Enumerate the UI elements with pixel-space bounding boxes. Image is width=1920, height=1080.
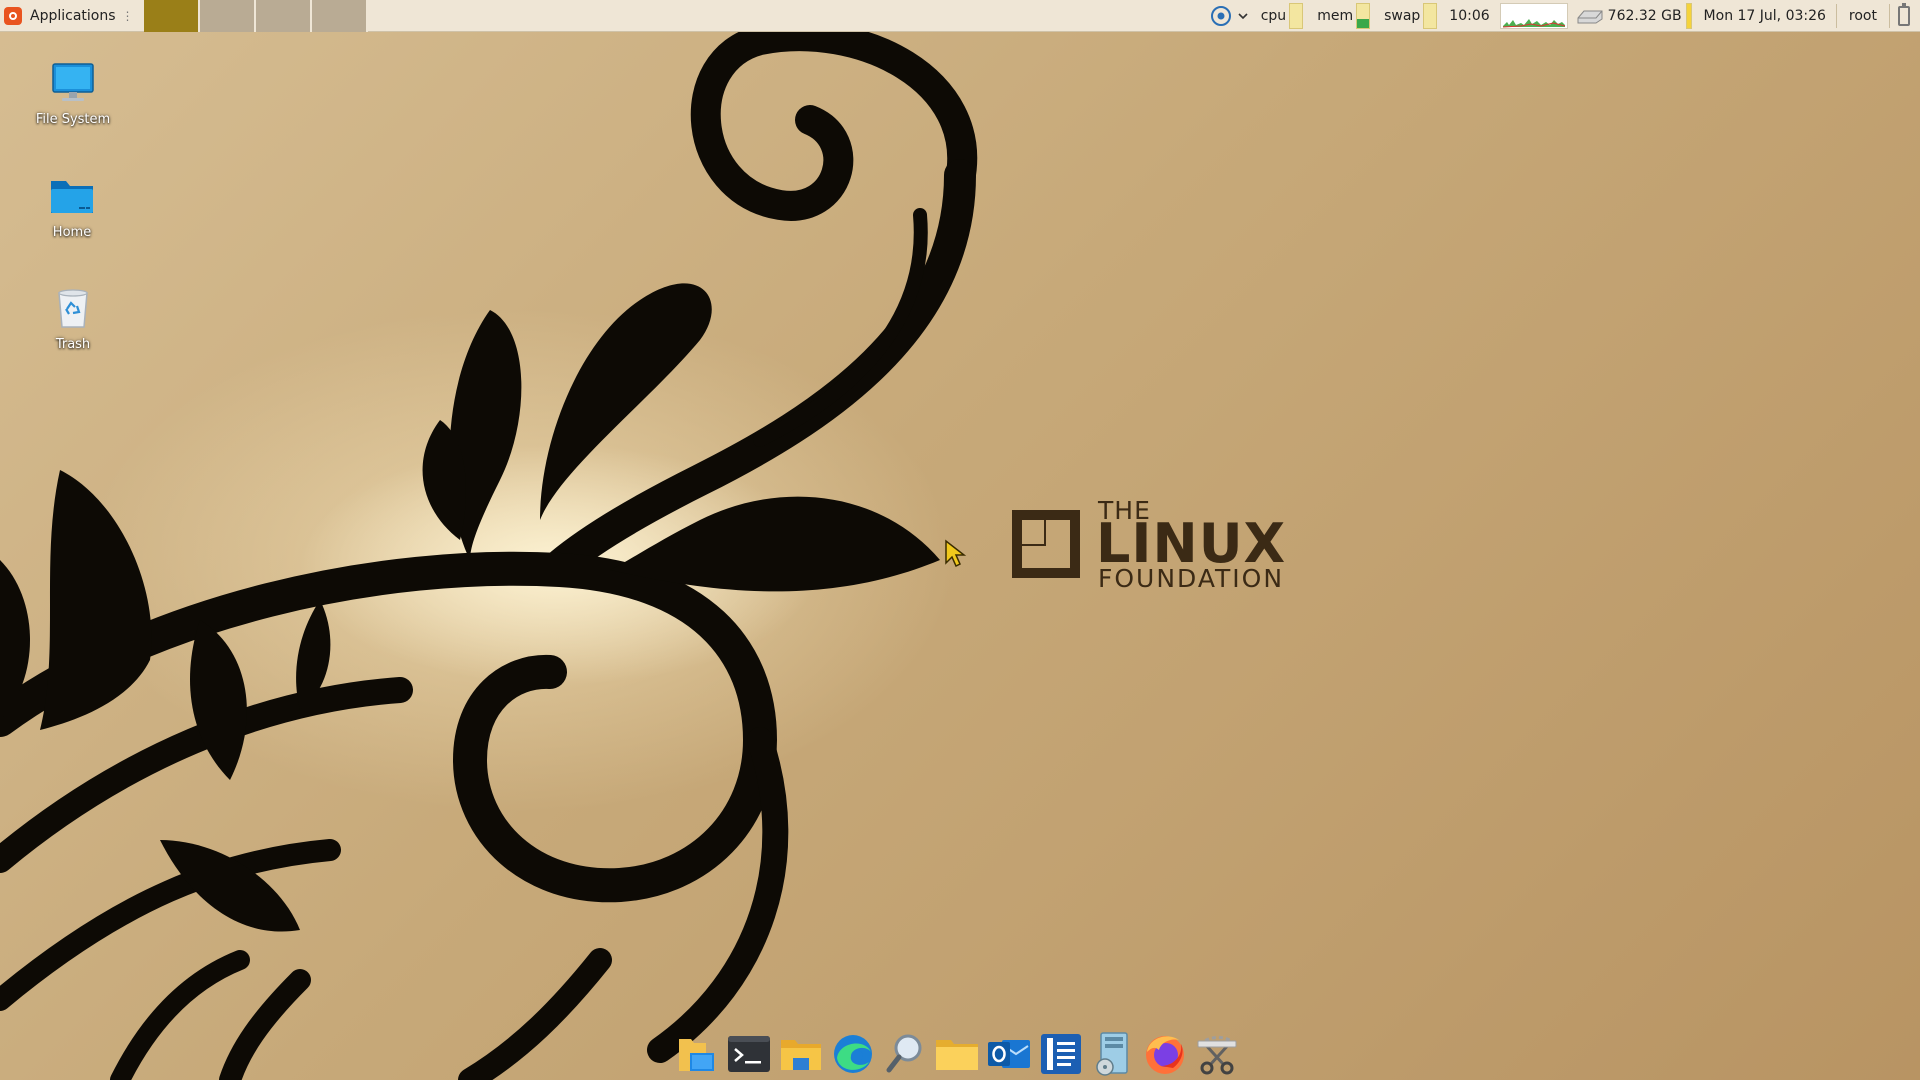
workspace-button-4[interactable] (311, 0, 368, 32)
swap-monitor[interactable]: swap (1376, 0, 1443, 32)
cpu-level-bar (1289, 2, 1304, 29)
terminal-icon (728, 1035, 770, 1072)
disk-utility-icon (1096, 1031, 1128, 1076)
linux-foundation-mark-icon (1012, 510, 1080, 578)
disk-free-value: 762.32 GB (1607, 7, 1682, 24)
desktop-icon-label: File System (35, 112, 111, 127)
workspace-button-1[interactable] (143, 0, 200, 32)
panel-tray: cpu mem swap 10:06 762.32 GB Mon 17 Jul,… (1205, 0, 1920, 32)
outlook-icon (988, 1039, 1030, 1068)
applications-separator: ⋮ (121, 8, 134, 23)
applications-logo-icon (4, 6, 22, 25)
folder-icon (936, 1039, 978, 1070)
disk-usage-indicator[interactable]: 762.32 GB (1572, 0, 1698, 32)
dock-folder[interactable] (934, 1031, 980, 1077)
text-editor-icon (1041, 1033, 1081, 1074)
dock-firefox[interactable] (1142, 1031, 1188, 1077)
hard-drive-icon (1577, 10, 1603, 23)
network-graph-plot (1502, 18, 1565, 27)
desktop-icon-trash[interactable]: Trash (18, 285, 128, 352)
dock-text-editor[interactable] (1038, 1031, 1084, 1077)
uptime-clock[interactable]: 10:06 (1443, 8, 1495, 24)
search-magnifier-icon (886, 1034, 922, 1072)
bottom-dock (670, 1027, 1244, 1080)
monitor-icon (50, 60, 96, 106)
date-time-clock[interactable]: Mon 17 Jul, 03:26 (1698, 8, 1832, 24)
panel-separator (1889, 3, 1890, 28)
file-manager-icon (679, 1038, 714, 1071)
trash-icon (50, 285, 96, 331)
home-folder-icon (49, 173, 95, 219)
cpu-monitor[interactable]: cpu (1253, 0, 1309, 32)
dock-disk-utility[interactable] (1090, 1031, 1136, 1077)
dock-outlook[interactable] (986, 1031, 1032, 1077)
linux-foundation-logo: THE LINUX FOUNDATION (1008, 496, 1308, 596)
chevron-down-icon (1238, 12, 1248, 19)
screenshot-tool-icon (1197, 1035, 1238, 1074)
dock-file-manager[interactable] (674, 1031, 720, 1077)
dock-edge[interactable] (830, 1031, 876, 1077)
swap-label: swap (1384, 7, 1421, 24)
desktop-icon-home[interactable]: Home (17, 173, 127, 240)
applications-menu-button[interactable]: Applications ⋮ (0, 0, 140, 32)
network-indicator-button[interactable] (1205, 0, 1253, 32)
battery-icon[interactable] (1898, 2, 1910, 26)
swap-level-bar (1423, 2, 1438, 29)
logo-text-foundation: FOUNDATION (1098, 564, 1285, 593)
applications-label: Applications (30, 7, 116, 24)
workspace-button-2[interactable] (199, 0, 256, 32)
dock-search[interactable] (882, 1031, 928, 1077)
network-icon (1210, 5, 1231, 26)
mem-label: mem (1317, 7, 1354, 24)
firefox-icon (1146, 1035, 1184, 1074)
mem-monitor[interactable]: mem (1309, 0, 1376, 32)
cpu-label: cpu (1260, 7, 1287, 24)
desktop-icon-file-system[interactable]: File System (18, 60, 128, 127)
network-load-graph[interactable] (1499, 2, 1568, 29)
workspace-switcher (143, 0, 368, 32)
dock-screenshot-tool[interactable] (1194, 1031, 1240, 1077)
desktop-icon-label: Trash (55, 337, 91, 352)
mem-level-bar (1356, 2, 1371, 29)
dock-files[interactable] (778, 1031, 824, 1077)
desktop-icon-label: Home (52, 225, 92, 240)
dock-terminal[interactable] (726, 1031, 772, 1077)
mouse-pointer-icon (945, 539, 967, 568)
edge-browser-icon (834, 1034, 872, 1073)
files-folder-icon (781, 1039, 821, 1070)
panel-separator (1835, 3, 1837, 28)
user-menu-button[interactable]: root (1841, 8, 1885, 24)
top-panel: Applications ⋮ cpu mem swap 10:06 762.32… (0, 0, 1920, 32)
disk-level-bar (1685, 2, 1692, 29)
workspace-button-3[interactable] (255, 0, 312, 32)
